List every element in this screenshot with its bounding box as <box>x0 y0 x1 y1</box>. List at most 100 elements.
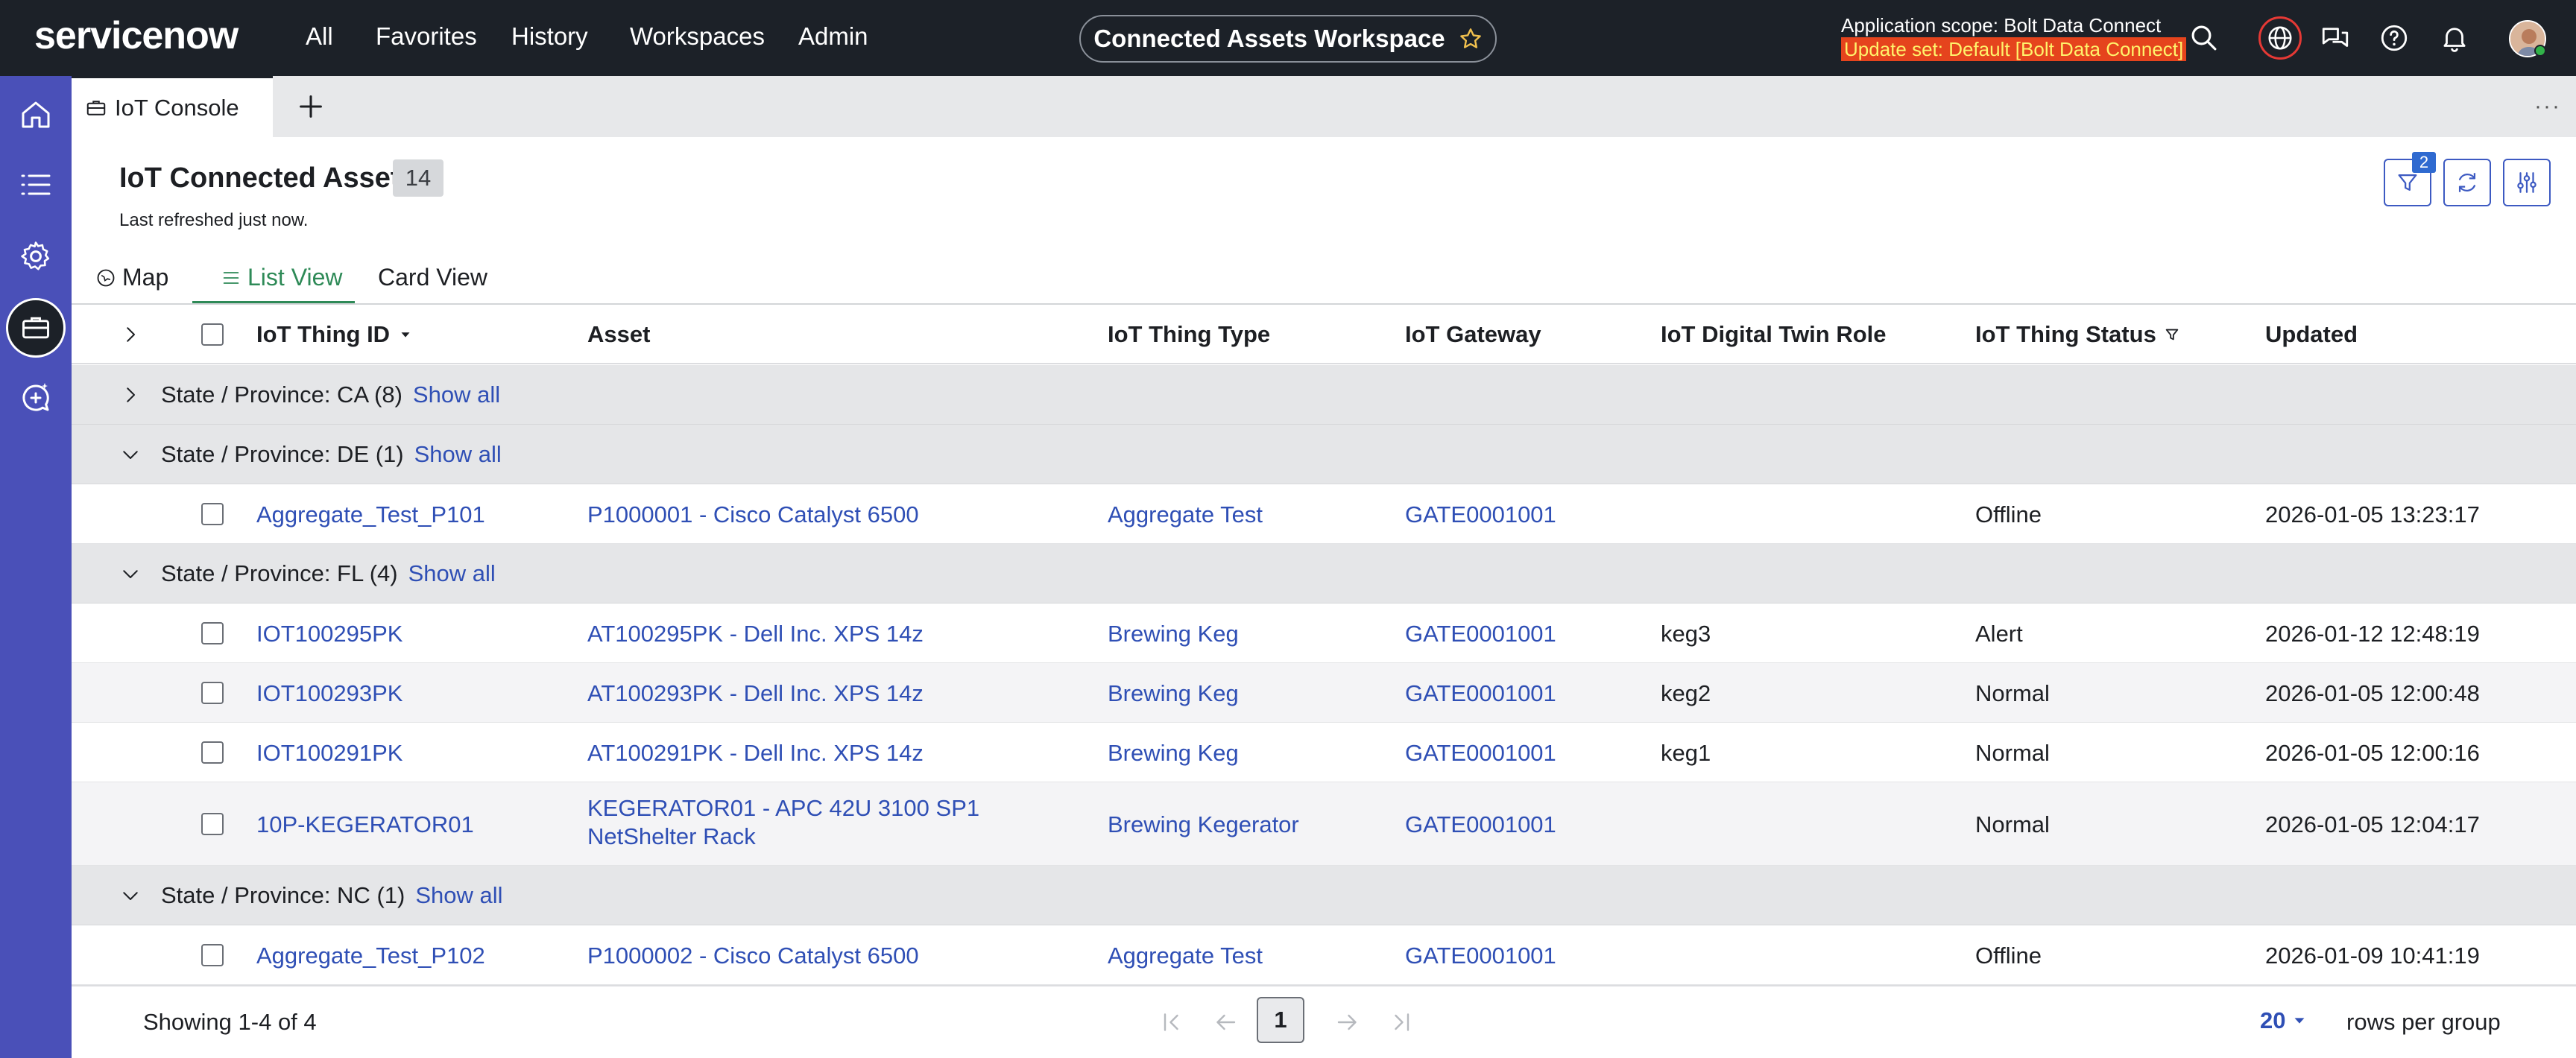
filter-icon <box>2398 174 2417 191</box>
briefcase-icon[interactable] <box>6 298 66 358</box>
nav-admin[interactable]: Admin <box>798 22 868 51</box>
chevron-right-icon[interactable] <box>119 384 142 406</box>
view-tab-card[interactable]: Card View <box>378 264 487 291</box>
group-row-fl[interactable]: State / Province: FL (4) Show all <box>72 544 2576 604</box>
cell-thing-id[interactable]: Aggregate_Test_P101 <box>256 501 485 529</box>
chevron-down-icon[interactable] <box>119 563 142 585</box>
row-checkbox[interactable] <box>201 503 224 525</box>
cell-thing-type[interactable]: Brewing Keg <box>1108 680 1239 708</box>
more-icon[interactable]: ··· <box>2534 94 2561 119</box>
servicenow-logo[interactable]: servicenow <box>34 13 239 58</box>
column-iot-gateway[interactable]: IoT Gateway <box>1405 321 1541 348</box>
chat-icon[interactable] <box>2320 22 2351 54</box>
globe-icon[interactable] <box>2258 16 2302 60</box>
row-checkbox[interactable] <box>201 944 224 966</box>
cell-thing-id[interactable]: IOT100293PK <box>256 680 402 708</box>
home-icon[interactable] <box>18 97 54 133</box>
view-tab-map[interactable]: Map <box>95 264 168 291</box>
tab-iot-console[interactable]: IoT Console <box>72 76 273 137</box>
ai-chat-icon[interactable] <box>18 380 54 416</box>
column-updated[interactable]: Updated <box>2265 321 2358 348</box>
column-iot-thing-id[interactable]: IoT Thing ID <box>256 321 414 348</box>
rows-per-group-value: 20 <box>2260 1007 2286 1033</box>
column-label: Asset <box>587 321 651 347</box>
refresh-icon <box>2458 173 2476 192</box>
current-page-button[interactable]: 1 <box>1257 997 1304 1043</box>
row-checkbox[interactable] <box>201 813 224 835</box>
show-all-link[interactable]: Show all <box>413 381 500 408</box>
column-iot-digital-twin-role[interactable]: IoT Digital Twin Role <box>1661 321 1887 348</box>
chevron-down-icon[interactable] <box>119 443 142 466</box>
settings-button[interactable] <box>2503 159 2551 206</box>
cell-thing-id[interactable]: IOT100291PK <box>256 739 402 767</box>
last-page-icon[interactable] <box>1388 1009 1415 1036</box>
gear-icon[interactable] <box>18 238 54 274</box>
cell-status: Normal <box>1975 680 2050 706</box>
cell-asset[interactable]: AT100295PK - Dell Inc. XPS 14z <box>587 620 924 648</box>
view-tab-list[interactable]: List View <box>221 264 342 291</box>
cell-gateway[interactable]: GATE0001001 <box>1405 942 1556 970</box>
group-row-ca[interactable]: State / Province: CA (8) Show all <box>72 365 2576 425</box>
cell-asset[interactable]: KEGERATOR01 - APC 42U 3100 SP1 NetShelte… <box>587 794 979 851</box>
cell-asset[interactable]: P1000002 - Cisco Catalyst 6500 <box>587 942 919 970</box>
cell-thing-type[interactable]: Aggregate Test <box>1108 501 1263 529</box>
cell-asset[interactable]: P1000001 - Cisco Catalyst 6500 <box>587 501 919 529</box>
workspace-switcher[interactable]: Connected Assets Workspace <box>1079 15 1497 63</box>
cell-thing-type[interactable]: Brewing Kegerator <box>1108 811 1299 839</box>
scope-label: Application scope: Bolt Data Connect <box>1841 14 2162 37</box>
nav-favorites[interactable]: Favorites <box>376 22 477 51</box>
cell-gateway[interactable]: GATE0001001 <box>1405 680 1556 708</box>
expand-all-icon[interactable] <box>119 323 142 346</box>
cell-updated: 2026-01-05 12:00:16 <box>2265 740 2480 766</box>
group-title: State / Province: NC (1) <box>161 882 405 908</box>
help-icon[interactable] <box>2378 22 2410 54</box>
nav-workspaces[interactable]: Workspaces <box>630 22 765 51</box>
cell-thing-id[interactable]: 10P-KEGERATOR01 <box>256 811 474 839</box>
column-iot-thing-type[interactable]: IoT Thing Type <box>1108 321 1270 348</box>
cell-gateway[interactable]: GATE0001001 <box>1405 501 1556 529</box>
select-all-checkbox[interactable] <box>201 323 224 346</box>
show-all-link[interactable]: Show all <box>408 560 496 586</box>
row-checkbox[interactable] <box>201 682 224 704</box>
first-page-icon[interactable] <box>1158 1009 1185 1036</box>
bell-icon[interactable] <box>2439 22 2470 54</box>
show-all-link[interactable]: Show all <box>414 441 502 467</box>
refresh-button[interactable] <box>2443 159 2491 206</box>
column-asset[interactable]: Asset <box>587 321 650 348</box>
add-tab-icon[interactable] <box>294 89 328 124</box>
row-checkbox[interactable] <box>201 741 224 764</box>
group-label: State / Province: NC (1) Show all <box>161 882 503 909</box>
cell-thing-id[interactable]: IOT100295PK <box>256 620 402 648</box>
table-row: IOT100295PK AT100295PK - Dell Inc. XPS 1… <box>72 604 2576 663</box>
chevron-down-icon[interactable] <box>119 884 142 907</box>
cell-gateway[interactable]: GATE0001001 <box>1405 620 1556 648</box>
group-title: State / Province: CA (8) <box>161 381 402 408</box>
search-icon[interactable] <box>2188 22 2220 54</box>
row-checkbox[interactable] <box>201 622 224 644</box>
next-page-icon[interactable] <box>1334 1009 1361 1036</box>
list-icon[interactable] <box>18 167 54 203</box>
workspace-name: Connected Assets Workspace <box>1093 25 1445 52</box>
prev-page-icon[interactable] <box>1212 1009 1239 1036</box>
column-iot-thing-status[interactable]: IoT Thing Status <box>1975 321 2180 348</box>
cell-thing-type[interactable]: Aggregate Test <box>1108 942 1263 970</box>
cell-gateway[interactable]: GATE0001001 <box>1405 811 1556 839</box>
cell-thing-type[interactable]: Brewing Keg <box>1108 739 1239 767</box>
group-row-de[interactable]: State / Province: DE (1) Show all <box>72 425 2576 484</box>
star-icon[interactable] <box>1459 27 1483 51</box>
cell-asset[interactable]: AT100293PK - Dell Inc. XPS 14z <box>587 680 924 708</box>
application-scope[interactable]: Application scope: Bolt Data Connect Upd… <box>1841 13 2187 61</box>
cell-thing-type[interactable]: Brewing Keg <box>1108 620 1239 648</box>
view-tab-label: Card View <box>378 264 488 291</box>
cell-gateway[interactable]: GATE0001001 <box>1405 739 1556 767</box>
table-row: IOT100293PK AT100293PK - Dell Inc. XPS 1… <box>72 663 2576 723</box>
group-row-nc[interactable]: State / Province: NC (1) Show all <box>72 866 2576 925</box>
nav-history[interactable]: History <box>511 22 588 51</box>
cell-thing-id[interactable]: Aggregate_Test_P102 <box>256 942 485 970</box>
cell-status: Alert <box>1975 621 2023 647</box>
show-all-link[interactable]: Show all <box>415 882 502 908</box>
rows-per-group-select[interactable]: 20 <box>2260 1007 2308 1034</box>
nav-all[interactable]: All <box>306 22 333 51</box>
cell-asset[interactable]: AT100291PK - Dell Inc. XPS 14z <box>587 739 924 767</box>
cell-updated: 2026-01-05 12:04:17 <box>2265 811 2480 837</box>
